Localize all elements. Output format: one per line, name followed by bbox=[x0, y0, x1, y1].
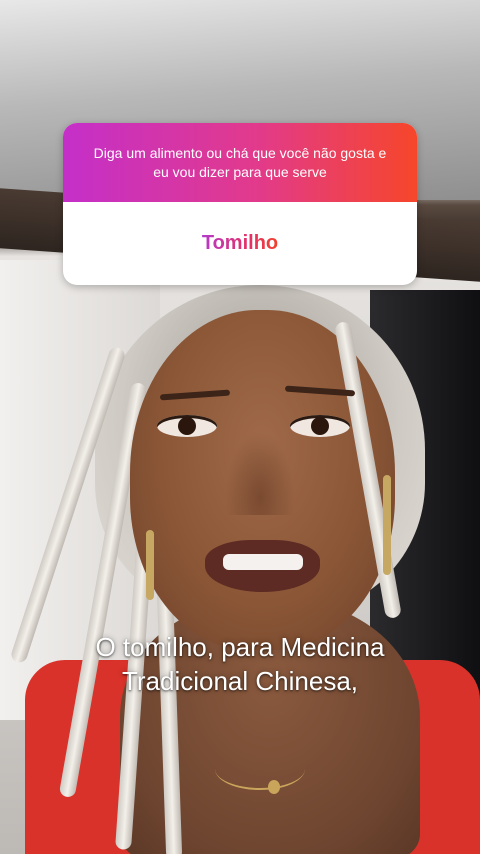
answer-text: Tomilho bbox=[201, 232, 279, 254]
pupil bbox=[178, 417, 196, 435]
necklace bbox=[215, 748, 305, 790]
earring-right bbox=[383, 475, 391, 575]
eye-right bbox=[290, 415, 350, 437]
teeth bbox=[223, 554, 303, 570]
nose bbox=[225, 430, 295, 515]
pupil bbox=[311, 417, 329, 435]
answer-area: Tomilho bbox=[63, 202, 417, 285]
earring-left bbox=[146, 530, 154, 600]
pendant bbox=[268, 780, 280, 794]
question-header: Diga um alimento ou chá que você não gos… bbox=[63, 123, 417, 202]
caption-line-2: Tradicional Chinesa, bbox=[121, 666, 359, 696]
subtitle-caption: O tomilho, para Medicina Tradicional Chi… bbox=[0, 630, 480, 698]
question-sticker[interactable]: Diga um alimento ou chá que você não gos… bbox=[63, 123, 417, 285]
eye-left bbox=[157, 415, 217, 437]
mouth bbox=[205, 540, 320, 592]
caption-line-1: O tomilho, para Medicina bbox=[95, 632, 385, 662]
question-prompt: Diga um alimento ou chá que você não gos… bbox=[93, 144, 387, 180]
